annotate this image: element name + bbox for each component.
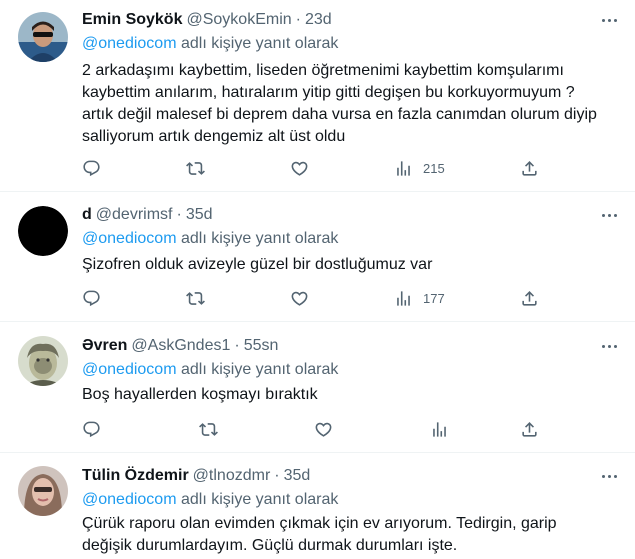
tweet[interactable]: Əvren @AskGndes1 · 55sn @onediocom adlı … bbox=[0, 323, 635, 453]
username[interactable]: @tlnozdmr bbox=[193, 467, 271, 485]
username[interactable]: @AskGndes1 bbox=[131, 337, 230, 355]
display-name[interactable]: d bbox=[82, 206, 92, 224]
like-button[interactable] bbox=[290, 288, 309, 308]
tweet-text: Boş hayallerden koşmayı bıraktık bbox=[82, 384, 622, 406]
tweet[interactable]: Emin Soykök @SoykokEmin · 23d @onediocom… bbox=[0, 0, 635, 192]
avatar[interactable] bbox=[18, 336, 68, 386]
more-icon[interactable] bbox=[599, 336, 619, 356]
tweet-header: d @devrimsf · 35d bbox=[82, 205, 213, 225]
avatar[interactable] bbox=[18, 206, 68, 256]
like-icon bbox=[314, 420, 333, 439]
mention-link[interactable]: @onediocom bbox=[82, 491, 177, 508]
views-count: 177 bbox=[423, 290, 445, 306]
share-button[interactable] bbox=[520, 288, 539, 308]
avatar[interactable] bbox=[18, 12, 68, 62]
tweet-text: Çürük raporu olan evimden çıkmak için ev… bbox=[82, 513, 622, 557]
username[interactable]: @devrimsf bbox=[96, 206, 173, 224]
views-button[interactable]: 177 bbox=[394, 288, 445, 308]
views-icon bbox=[394, 289, 413, 308]
reply-suffix: adlı kişiye yanıt olarak bbox=[180, 361, 339, 378]
more-icon[interactable] bbox=[599, 205, 619, 225]
reply-suffix: adlı kişiye yanıt olarak bbox=[180, 491, 339, 508]
tweet-line: kaybettim anılarım, hatıralarım yitip gi… bbox=[82, 84, 575, 101]
tweet-line: değişik durumlardayım. Güçlü durmak duru… bbox=[82, 537, 458, 554]
separator: · bbox=[176, 206, 182, 223]
tweet[interactable]: Tülin Özdemir @tlnozdmr · 35d @onediocom… bbox=[0, 454, 635, 559]
tweet-line: artık değil malesef bi deprem daha vursa… bbox=[82, 106, 597, 123]
tweet-line: Şizofren olduk avizeyle güzel bir dostlu… bbox=[82, 256, 433, 273]
timestamp[interactable]: 35d bbox=[284, 467, 311, 485]
mention-link[interactable]: @onediocom bbox=[82, 35, 177, 52]
mention-link[interactable]: @onediocom bbox=[82, 361, 177, 378]
views-button[interactable]: 215 bbox=[394, 158, 445, 178]
mention-link[interactable]: @onediocom bbox=[82, 230, 177, 247]
tweet-line: 2 arkadaşımı kaybettim, liseden öğretmen… bbox=[82, 62, 564, 79]
retweet-icon bbox=[199, 420, 218, 439]
reply-icon bbox=[82, 420, 101, 439]
share-icon bbox=[520, 289, 539, 308]
like-button[interactable] bbox=[314, 419, 333, 439]
views-icon bbox=[430, 420, 449, 439]
tweet-header: Əvren @AskGndes1 · 55sn bbox=[82, 336, 278, 356]
views-button[interactable] bbox=[430, 419, 449, 439]
like-button[interactable] bbox=[290, 158, 309, 178]
separator: · bbox=[274, 467, 280, 484]
retweet-button[interactable] bbox=[199, 419, 218, 439]
tweet-header: Tülin Özdemir @tlnozdmr · 35d bbox=[82, 466, 310, 486]
share-icon bbox=[520, 420, 539, 439]
username[interactable]: @SoykokEmin bbox=[186, 11, 291, 29]
display-name[interactable]: Emin Soykök bbox=[82, 11, 182, 29]
reply-button[interactable] bbox=[82, 288, 101, 308]
tweet-text: Şizofren olduk avizeyle güzel bir dostlu… bbox=[82, 254, 622, 276]
retweet-button[interactable] bbox=[186, 288, 205, 308]
reply-suffix: adlı kişiye yanıt olarak bbox=[180, 230, 339, 247]
reply-suffix: adlı kişiye yanıt olarak bbox=[180, 35, 339, 52]
retweet-button[interactable] bbox=[186, 158, 205, 178]
reply-icon bbox=[82, 289, 101, 308]
action-bar: 177 bbox=[82, 288, 562, 308]
reply-context: @onediocom adlı kişiye yanıt olarak bbox=[82, 361, 338, 379]
reply-icon bbox=[82, 159, 101, 178]
reply-context: @onediocom adlı kişiye yanıt olarak bbox=[82, 35, 338, 53]
tweet-line: salliyorum artık dengemiz alt üst oldu bbox=[82, 128, 346, 145]
separator: · bbox=[295, 11, 301, 28]
more-icon[interactable] bbox=[599, 10, 619, 30]
timestamp[interactable]: 35d bbox=[186, 206, 213, 224]
views-icon bbox=[394, 159, 413, 178]
tweet-line: Boş hayallerden koşmayı bıraktık bbox=[82, 386, 318, 403]
retweet-icon bbox=[186, 159, 205, 178]
retweet-icon bbox=[186, 289, 205, 308]
timestamp[interactable]: 55sn bbox=[244, 337, 279, 355]
action-bar bbox=[82, 419, 562, 439]
share-button[interactable] bbox=[520, 158, 539, 178]
more-icon[interactable] bbox=[599, 466, 619, 486]
action-bar: 215 bbox=[82, 158, 562, 178]
like-icon bbox=[290, 159, 309, 178]
share-button[interactable] bbox=[520, 419, 539, 439]
tweet-header: Emin Soykök @SoykokEmin · 23d bbox=[82, 10, 332, 30]
tweet-line: Çürük raporu olan evimden çıkmak için ev… bbox=[82, 515, 557, 532]
avatar[interactable] bbox=[18, 466, 68, 516]
reply-button[interactable] bbox=[82, 419, 101, 439]
like-icon bbox=[290, 289, 309, 308]
share-icon bbox=[520, 159, 539, 178]
display-name[interactable]: Tülin Özdemir bbox=[82, 467, 189, 485]
reply-button[interactable] bbox=[82, 158, 101, 178]
timestamp[interactable]: 23d bbox=[305, 11, 332, 29]
display-name[interactable]: Əvren bbox=[82, 337, 127, 355]
tweet-text: 2 arkadaşımı kaybettim, liseden öğretmen… bbox=[82, 60, 622, 148]
tweet[interactable]: d @devrimsf · 35d @onediocom adlı kişiye… bbox=[0, 193, 635, 322]
reply-context: @onediocom adlı kişiye yanıt olarak bbox=[82, 230, 338, 248]
reply-context: @onediocom adlı kişiye yanıt olarak bbox=[82, 491, 338, 509]
views-count: 215 bbox=[423, 160, 445, 176]
separator: · bbox=[234, 337, 240, 354]
